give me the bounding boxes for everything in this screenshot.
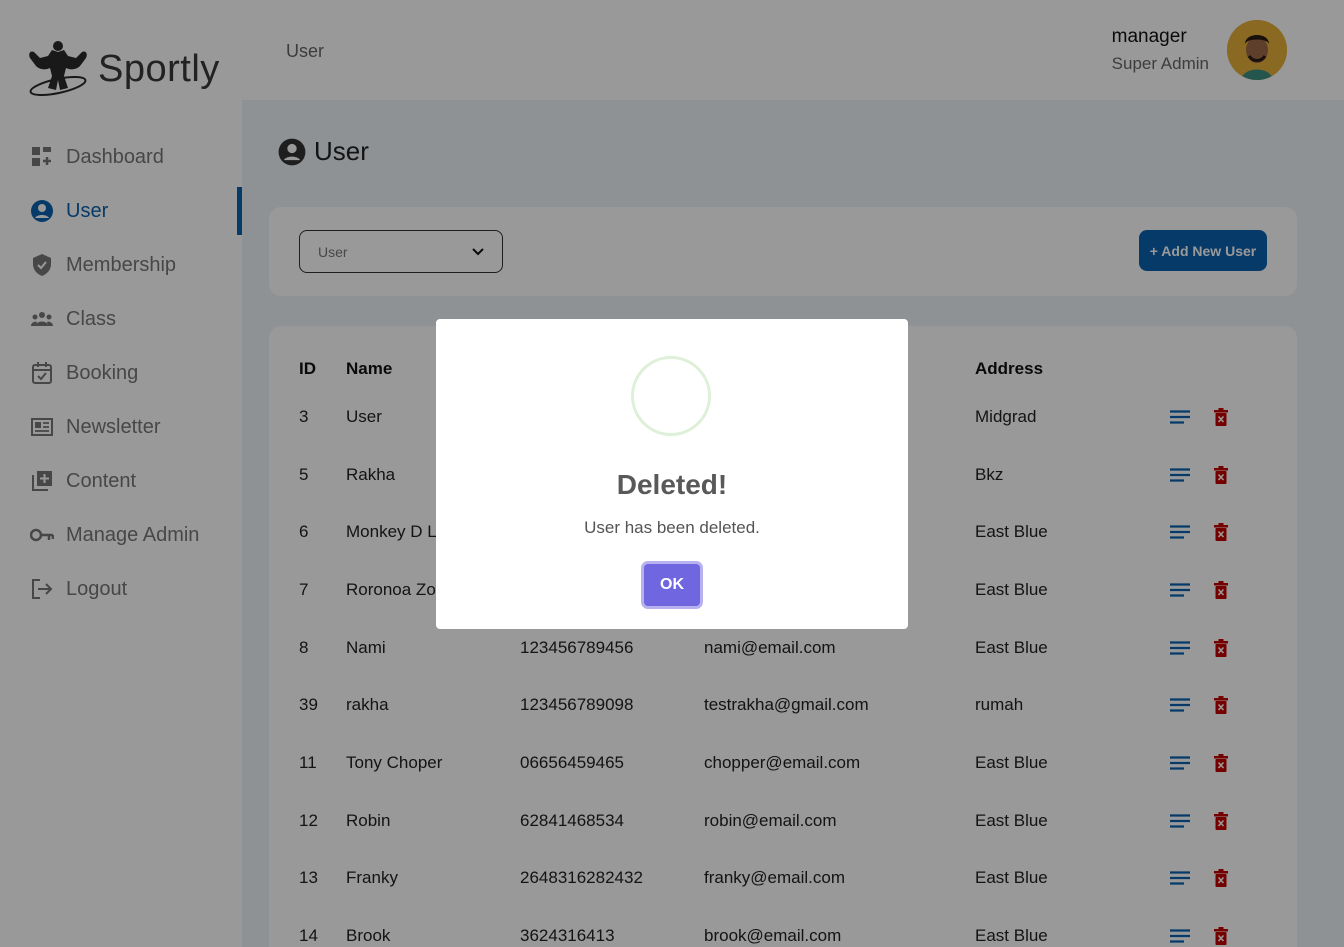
success-dialog: Deleted! User has been deleted. OK (436, 319, 908, 629)
dialog-title: Deleted! (616, 469, 728, 500)
ok-button[interactable]: OK (644, 564, 700, 606)
dialog-message: User has been deleted. (584, 518, 760, 537)
success-icon (631, 356, 711, 436)
